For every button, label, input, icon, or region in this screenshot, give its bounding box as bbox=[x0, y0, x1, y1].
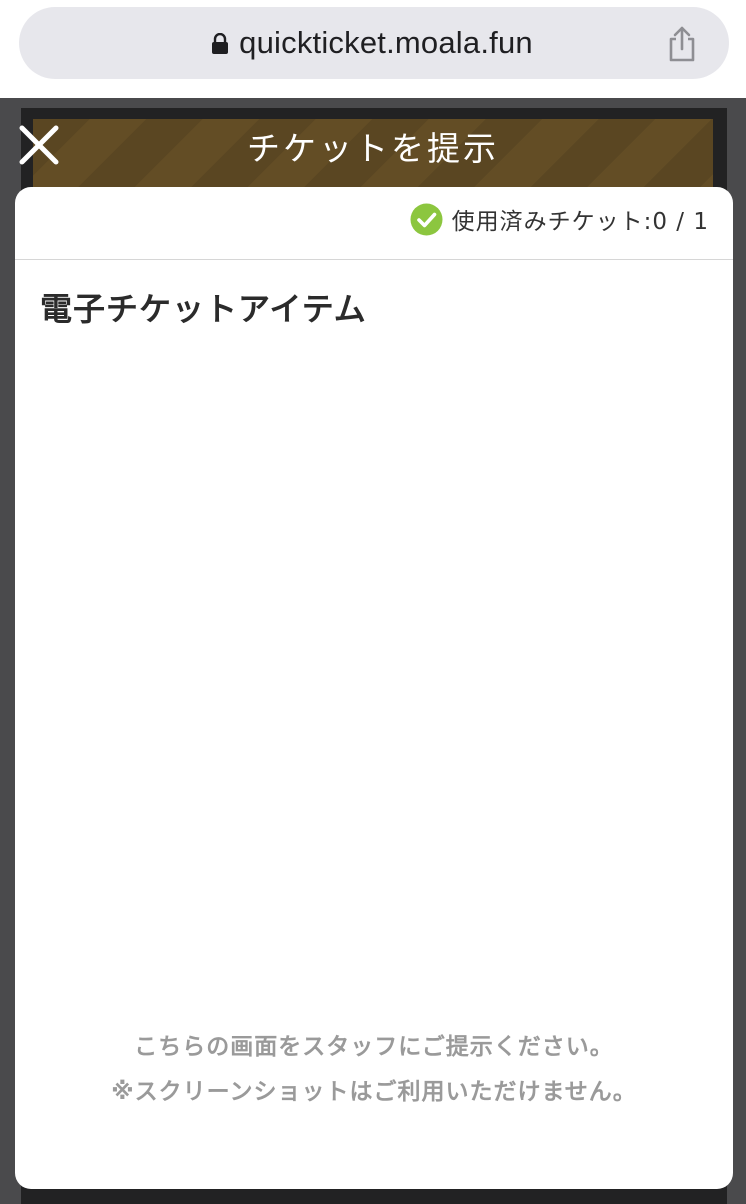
ticket-item-title: 電子チケットアイテム bbox=[40, 290, 367, 328]
address-bar-content: quickticket.moala.fun bbox=[19, 7, 729, 79]
url-text: quickticket.moala.fun bbox=[239, 25, 533, 60]
page-title: チケットを提示 bbox=[247, 129, 499, 168]
screenshot-warning-text: ※スクリーンショットはご利用いただけません。 bbox=[111, 1079, 637, 1105]
check-circle-icon bbox=[410, 203, 443, 235]
browser-toolbar: quickticket.moala.fun bbox=[0, 0, 746, 98]
ticket-status-bar: 使用済みチケット:0 / 1 bbox=[15, 187, 733, 260]
lock-icon bbox=[212, 33, 229, 54]
used-ticket-status: 使用済みチケット:0 / 1 bbox=[410, 201, 709, 237]
ticket-modal: 使用済みチケット:0 / 1 電子チケットアイテム こちらの画面をスタッフにご提… bbox=[15, 187, 733, 1189]
staff-instruction-text: こちらの画面をスタッフにご提示ください。 bbox=[134, 1034, 614, 1060]
used-ticket-count: 使用済みチケット:0 / 1 bbox=[451, 209, 709, 235]
share-icon[interactable] bbox=[665, 25, 699, 63]
footer-notes: こちらの画面をスタッフにご提示ください。 ※スクリーンショットはご利用いただけま… bbox=[15, 1025, 733, 1115]
address-bar[interactable]: quickticket.moala.fun bbox=[19, 7, 729, 79]
